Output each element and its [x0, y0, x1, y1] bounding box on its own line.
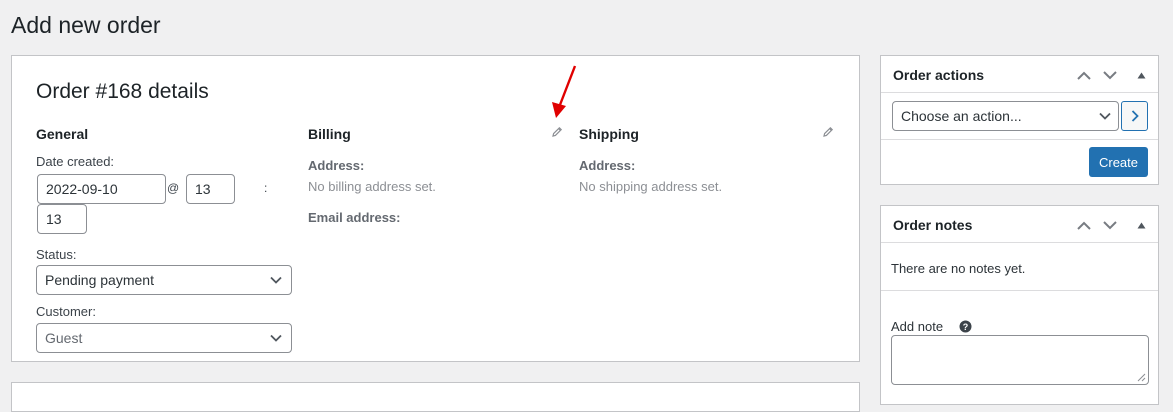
chevron-right-icon — [1131, 110, 1139, 122]
chevron-down-icon — [269, 266, 283, 294]
order-details-panel: Order #168 details General Date created:… — [11, 55, 860, 362]
chevron-up-icon[interactable] — [1074, 215, 1094, 235]
date-created-label: Date created: — [36, 154, 115, 169]
billing-email-label: Email address: — [308, 210, 401, 225]
order-actions-header: Order actions — [881, 56, 1158, 93]
customer-select-value: Guest — [45, 330, 83, 346]
help-icon[interactable]: ? — [959, 320, 972, 333]
pencil-icon[interactable] — [822, 125, 834, 137]
divider — [881, 290, 1158, 291]
add-note-textarea[interactable] — [891, 335, 1149, 385]
date-created-input[interactable]: 2022-09-10 — [37, 174, 166, 204]
order-notes-box: Order notes There are no notes yet. Add … — [880, 205, 1159, 405]
pencil-icon[interactable] — [551, 125, 563, 137]
triangle-up-icon[interactable] — [1131, 215, 1151, 235]
chevron-down-icon[interactable] — [1100, 65, 1120, 85]
billing-address-value: No billing address set. — [308, 179, 436, 194]
shipping-address-label: Address: — [579, 158, 636, 173]
minute-input[interactable]: 13 — [37, 204, 87, 234]
resize-grip-icon[interactable] — [1137, 373, 1146, 382]
apply-action-button[interactable] — [1121, 101, 1148, 131]
order-heading: Order #168 details — [36, 80, 209, 103]
chevron-up-icon[interactable] — [1074, 65, 1094, 85]
chevron-down-icon[interactable] — [1100, 215, 1120, 235]
general-heading: General — [36, 126, 89, 142]
order-action-select[interactable]: Choose an action... — [892, 101, 1119, 131]
customer-label: Customer: — [36, 304, 96, 319]
shipping-heading: Shipping — [579, 126, 639, 142]
billing-address-label: Address: — [308, 158, 365, 173]
status-label: Status: — [36, 247, 77, 262]
order-notes-header: Order notes — [881, 206, 1158, 243]
status-select-value: Pending payment — [45, 272, 154, 288]
order-actions-box: Order actions Choose an action... Create — [880, 55, 1159, 185]
svg-text:?: ? — [963, 322, 969, 332]
add-note-label: Add note — [891, 319, 944, 334]
order-action-select-value: Choose an action... — [901, 108, 1022, 124]
no-notes-text: There are no notes yet. — [891, 261, 1026, 276]
chevron-down-icon — [269, 324, 283, 352]
colon-separator: : — [264, 181, 268, 195]
order-notes-title: Order notes — [893, 217, 973, 233]
at-separator: @ — [167, 181, 180, 195]
page-title: Add new order — [11, 12, 161, 38]
order-items-panel — [11, 382, 860, 412]
order-actions-title: Order actions — [893, 67, 985, 83]
divider — [881, 139, 1158, 140]
status-select[interactable]: Pending payment — [36, 265, 292, 295]
customer-select[interactable]: Guest — [36, 323, 292, 353]
triangle-up-icon[interactable] — [1131, 65, 1151, 85]
create-button[interactable]: Create — [1089, 147, 1148, 177]
billing-heading: Billing — [308, 126, 351, 142]
hour-input[interactable]: 13 — [186, 174, 235, 204]
chevron-down-icon — [1098, 102, 1112, 130]
shipping-address-value: No shipping address set. — [579, 179, 723, 194]
